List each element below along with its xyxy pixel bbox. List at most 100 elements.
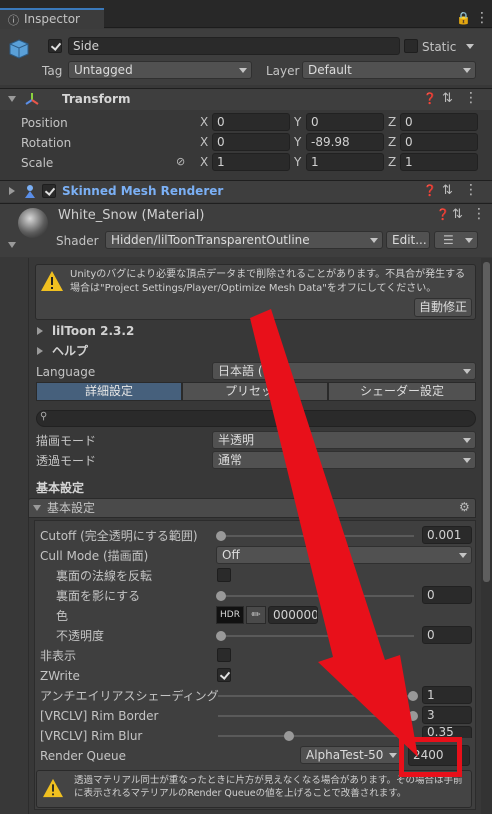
annotation-highlight-box [399, 737, 462, 777]
tag-label: Tag [42, 64, 63, 78]
zwrite-checkbox[interactable] [217, 668, 231, 682]
component-menu-icon[interactable]: ⋮ [464, 182, 478, 198]
static-dropdown-arrow[interactable] [466, 44, 474, 49]
scale-x-field[interactable]: 1 [212, 153, 290, 171]
eyedropper-button[interactable]: ✏ [246, 606, 266, 624]
skinned-title: Skinned Mesh Renderer [62, 184, 224, 198]
search-icon: ⚲ [40, 411, 48, 422]
help-icon[interactable]: ❓ [423, 184, 437, 197]
help-foldout-label[interactable]: ヘルプ [52, 343, 88, 359]
tab-shader-settings[interactable]: シェーダー設定 [328, 382, 476, 401]
rim-border-value-field[interactable]: 3 [422, 706, 472, 724]
skinned-enabled-toggle[interactable] [42, 184, 56, 198]
tab-advanced-settings[interactable]: 詳細設定 [36, 382, 182, 401]
lock-icon[interactable]: 🔒 [456, 11, 471, 25]
opacity-slider-knob[interactable] [216, 631, 226, 641]
cutoff-slider-track[interactable] [218, 535, 414, 537]
preset-icon[interactable]: ⇅ [442, 183, 453, 198]
help-foldout-arrow[interactable] [37, 347, 43, 355]
active-toggle[interactable] [48, 39, 62, 53]
tab-shader-label: シェーダー設定 [359, 384, 444, 398]
preset-icon[interactable]: ⇅ [442, 91, 453, 106]
hdr-color-swatch[interactable]: HDR [216, 606, 244, 624]
pos-z-axis[interactable]: Z [388, 115, 396, 129]
constrain-link-icon[interactable]: ⊘ [176, 155, 185, 168]
aa-slider-knob[interactable] [408, 691, 418, 701]
render-queue-preset-value: AlphaTest-50 [306, 748, 384, 762]
backface-shadow-value-field[interactable]: 0 [422, 586, 472, 604]
more-menu-icon[interactable]: ⋮ [475, 10, 489, 26]
transform-title: Transform [62, 92, 131, 106]
scale-z-axis[interactable]: Z [388, 155, 396, 169]
layer-label: Layer [266, 64, 300, 78]
backface-shadow-slider-knob[interactable] [216, 591, 226, 601]
pos-y-axis[interactable]: Y [294, 115, 301, 129]
rim-border-slider-track[interactable] [218, 715, 414, 717]
layer-dropdown[interactable]: Default [302, 61, 476, 79]
tab-inspector[interactable]: ⓘ Inspector [0, 8, 104, 29]
basic-section-header[interactable] [28, 498, 476, 518]
cutoff-slider-knob[interactable] [216, 531, 226, 541]
flip-normal-checkbox[interactable] [217, 568, 231, 582]
scale-y-axis[interactable]: Y [294, 155, 301, 169]
rotation-label: Rotation [21, 136, 72, 150]
scrollbar-thumb[interactable] [483, 262, 490, 582]
list-icon: ☰ [443, 233, 454, 247]
rim-blur-slider-track[interactable] [218, 735, 414, 737]
basic-section-foldout-arrow[interactable] [33, 505, 41, 511]
scale-y-field[interactable]: 1 [306, 153, 384, 171]
hide-checkbox[interactable] [217, 648, 231, 662]
version-foldout-arrow[interactable] [37, 327, 43, 335]
help-icon[interactable]: ❓ [436, 208, 450, 221]
position-y-field[interactable]: 0 [306, 113, 384, 131]
cutoff-value-field[interactable]: 0.001 [422, 526, 472, 544]
skinned-foldout-arrow[interactable] [9, 187, 15, 195]
render-queue-preset-dropdown[interactable]: AlphaTest-50 [300, 746, 402, 764]
liltoon-version[interactable]: lilToon 2.3.2 [52, 323, 134, 339]
opacity-slider-track[interactable] [218, 635, 414, 637]
component-menu-icon[interactable]: ⋮ [472, 206, 486, 222]
language-dropdown[interactable]: 日本語 (日本) [212, 362, 476, 380]
help-icon[interactable]: ❓ [423, 92, 437, 105]
transform-foldout-arrow[interactable] [8, 96, 16, 102]
rotation-z-field[interactable]: 0 [400, 133, 478, 151]
opacity-value-field[interactable]: 0 [422, 626, 472, 644]
object-name-field[interactable]: Side [68, 37, 400, 55]
rotation-y-field[interactable]: -89.98 [306, 133, 384, 151]
material-foldout-arrow[interactable] [8, 242, 16, 248]
shader-edit-button[interactable]: Edit... [386, 231, 430, 249]
auto-fix-button[interactable]: 自動修正 [414, 298, 472, 317]
pos-x-axis[interactable]: X [200, 115, 208, 129]
shader-dropdown[interactable]: Hidden/lilToonTransparentOutline [105, 231, 383, 249]
rot-y-axis[interactable]: Y [294, 135, 301, 149]
render-mode-dropdown[interactable]: 半透明 [212, 431, 476, 449]
rim-blur-slider-knob[interactable] [284, 731, 294, 741]
tag-value: Untagged [74, 63, 133, 77]
shader-settings-dropdown[interactable]: ☰ [434, 231, 478, 249]
static-checkbox[interactable] [404, 39, 418, 53]
cutoff-label: Cutoff (完全透明にする範囲) [40, 529, 198, 543]
flip-normal-label: 裏面の法線を反転 [56, 569, 153, 583]
transparent-mode-dropdown[interactable]: 通常 [212, 451, 476, 469]
backface-shadow-slider-track[interactable] [218, 595, 414, 597]
aa-slider-track[interactable] [218, 695, 414, 697]
rim-border-slider-knob[interactable] [408, 711, 418, 721]
color-hex-field[interactable]: 000000 [268, 606, 318, 624]
rotation-x-field[interactable]: 0 [212, 133, 290, 151]
rot-x-axis[interactable]: X [200, 135, 208, 149]
layer-value: Default [308, 63, 352, 77]
cull-mode-dropdown[interactable]: Off [216, 546, 472, 564]
scale-z-field[interactable]: 1 [400, 153, 478, 171]
scale-x-axis[interactable]: X [200, 155, 208, 169]
property-search-input[interactable] [36, 410, 476, 427]
aa-value-field[interactable]: 1 [422, 686, 472, 704]
position-label: Position [21, 116, 68, 130]
position-x-field[interactable]: 0 [212, 113, 290, 131]
rot-z-axis[interactable]: Z [388, 135, 396, 149]
gear-icon[interactable]: ⚙ [459, 500, 470, 514]
position-z-field[interactable]: 0 [400, 113, 478, 131]
component-menu-icon[interactable]: ⋮ [464, 90, 478, 106]
tag-dropdown[interactable]: Untagged [68, 61, 252, 79]
preset-icon[interactable]: ⇅ [452, 207, 463, 222]
tab-presets[interactable]: プリセット [182, 382, 328, 401]
